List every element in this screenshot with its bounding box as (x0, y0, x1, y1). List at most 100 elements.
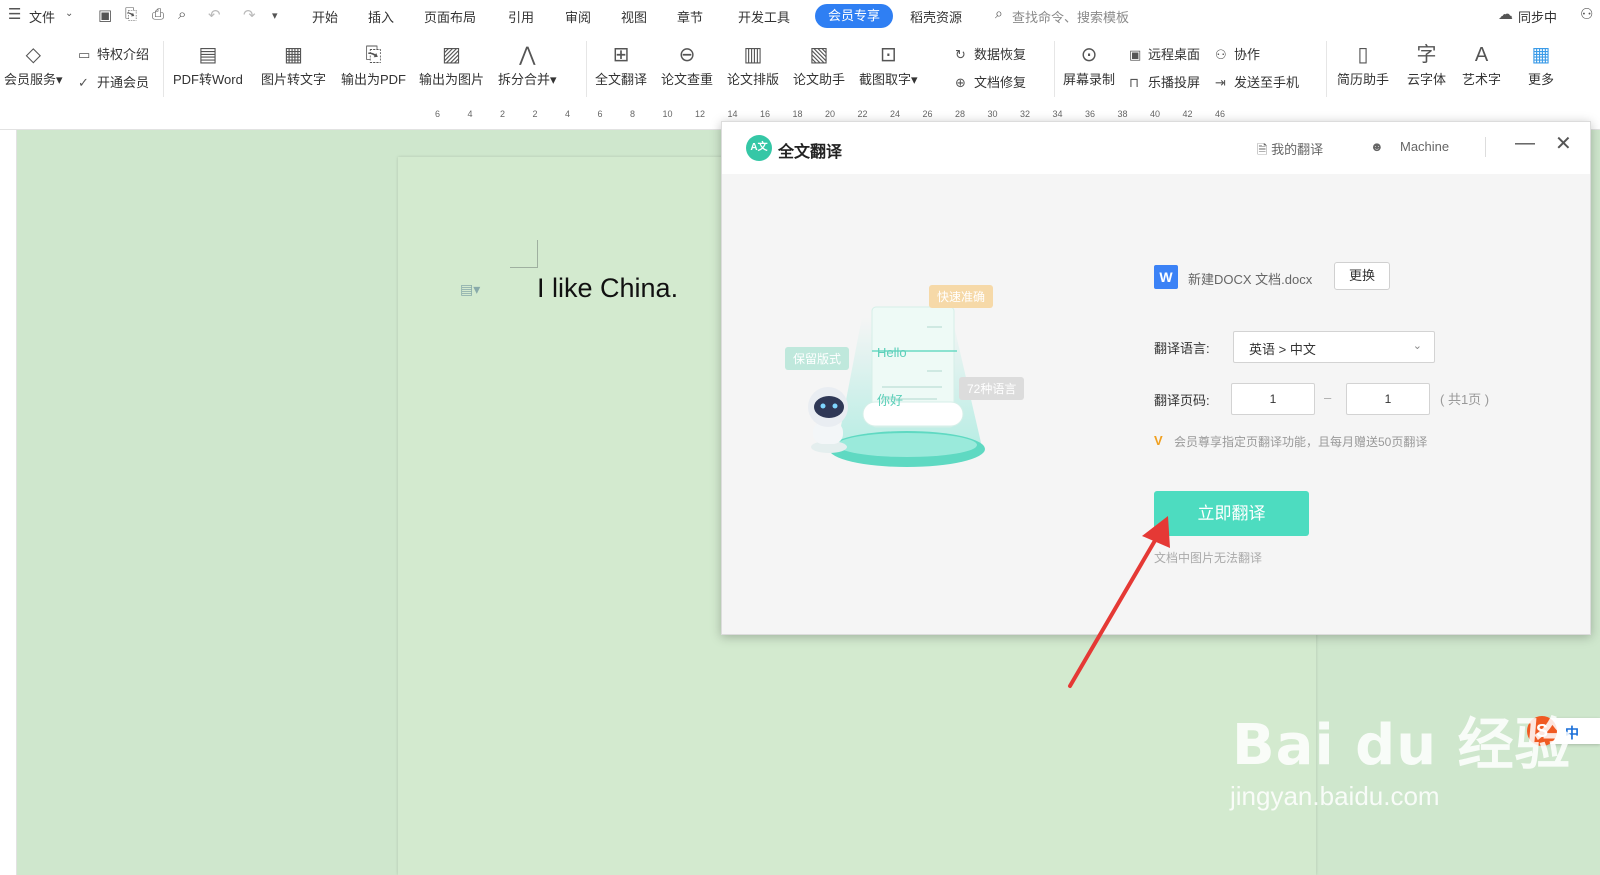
plagiarism-check-label: 论文查重 (661, 72, 714, 87)
tab-view[interactable]: 视图 (621, 7, 647, 26)
screenshot-text-button[interactable]: ⊡ 截图取字▾ (859, 41, 918, 88)
ruler-tick-label: 36 (1085, 109, 1096, 119)
user-avatar[interactable]: ☻ (1370, 139, 1384, 154)
paragraph-layout-icon[interactable]: ▤▾ (460, 281, 480, 298)
screenshot-text-label: 截图取字 (859, 72, 912, 87)
minimize-icon[interactable]: — (1515, 132, 1535, 155)
tab-docer[interactable]: 稻壳资源 (910, 7, 962, 26)
language-select[interactable]: 英语 > 中文 ⌄ (1233, 331, 1435, 363)
watermark-logo: Bai du 经验 (1232, 713, 1572, 778)
tab-start[interactable]: 开始 (312, 7, 338, 26)
chevron-down-icon[interactable]: ⌄ (65, 8, 73, 19)
ruler-tick-label: 6 (435, 109, 441, 119)
resume-assistant-button[interactable]: ▯ 简历助手 (1337, 41, 1389, 88)
ruler-tick-label: 20 (825, 109, 836, 119)
page-from-input[interactable]: 1 (1231, 383, 1315, 415)
vertical-ruler[interactable] (0, 130, 17, 875)
ruler-tick-label: 18 (792, 109, 803, 119)
cloud-font-button[interactable]: 字云字体 (1407, 41, 1446, 88)
change-file-button[interactable]: 更换 (1334, 262, 1390, 290)
cast-button[interactable]: ⊓ 乐播投屏 (1129, 72, 1200, 91)
hamburger-icon[interactable]: ☰ (8, 5, 21, 23)
screenshot-icon: ⊡ (879, 44, 897, 66)
export-image-button[interactable]: ▨ 输出为图片 (419, 41, 484, 88)
data-recovery-button[interactable]: ↻ 数据恢复 (955, 44, 1026, 63)
paper-assistant-button[interactable]: ▧ 论文助手 (793, 41, 845, 88)
print-preview-icon[interactable]: ⌕ (178, 6, 186, 23)
tab-member[interactable]: 会员专享 (815, 4, 893, 28)
vip-note: 会员尊享指定页翻译功能，且每月赠送50页翻译 (1174, 435, 1428, 449)
more-button[interactable]: ▦ 更多 (1528, 41, 1554, 88)
ruler-tick-label: 28 (955, 109, 966, 119)
record-icon: ⊙ (1080, 44, 1098, 66)
cloud-sync-icon[interactable]: ☁ (1498, 5, 1513, 23)
search-icon[interactable]: ⌕ (995, 5, 1003, 22)
save-icon[interactable]: ▣ (98, 6, 112, 24)
user-name[interactable]: Machine (1400, 139, 1449, 154)
output-icon[interactable]: ⎘ (125, 6, 137, 23)
my-translations-link[interactable]: 🗎 我的翻译 (1257, 139, 1323, 163)
tab-developer[interactable]: 开发工具 (738, 7, 790, 26)
image-text-icon: ▦ (284, 44, 303, 66)
search-input[interactable]: 查找命令、搜索模板 (1012, 7, 1129, 26)
document-text[interactable]: I like China. (537, 273, 678, 304)
plagiarism-check-button[interactable]: ⊖ 论文查重 (661, 41, 713, 88)
header-divider (1485, 137, 1486, 157)
menu-file[interactable]: 文件 (29, 7, 55, 26)
tab-insert[interactable]: 插入 (368, 7, 394, 26)
ruler-tick-label: 32 (1020, 109, 1031, 119)
apps-grid-icon: ▦ (1531, 44, 1551, 66)
ribbon: ◇ 会员服务▾ ▭ 特权介绍 ✓ 开通会员 ▤ PDF转Word ▦ 图片转文字 ⎘ 输出… (0, 33, 1600, 104)
collab-button[interactable]: ⚇ 协作 (1215, 44, 1260, 63)
customize-icon[interactable]: ▾ (272, 9, 278, 22)
open-member-label: 开通会员 (97, 75, 150, 90)
ruler-tick-label: 2 (532, 109, 538, 119)
undo-icon[interactable]: ↶ (208, 6, 221, 24)
image-to-text-button[interactable]: ▦ 图片转文字 (261, 41, 326, 88)
translate-illustration: Hello 你好 快速准确 保留版式 72种语言 (777, 277, 1037, 507)
doc-repair-button[interactable]: ⊕ 文档修复 (955, 72, 1026, 91)
screen-record-button[interactable]: ⊙ 屏幕录制 (1063, 41, 1115, 88)
send-phone-button[interactable]: ⇥ 发送至手机 (1215, 72, 1299, 91)
ruler-tick-label: 2 (500, 109, 506, 119)
ruler-tick-label: 24 (890, 109, 901, 119)
ribbon-divider (1326, 41, 1327, 97)
member-service-button[interactable]: ◇ 会员服务▾ (4, 41, 63, 88)
redo-icon[interactable]: ↷ (243, 6, 256, 24)
close-icon[interactable]: ✕ (1555, 131, 1572, 156)
word-art-button[interactable]: A 艺术字 (1462, 41, 1501, 88)
check-icon: ⊖ (678, 44, 696, 66)
full-translate-button[interactable]: ⊞ 全文翻译 (595, 41, 647, 88)
sync-status[interactable]: 同步中 (1518, 7, 1557, 26)
file-name: 新建DOCX 文档.docx (1188, 272, 1313, 287)
translate-icon: ⊞ (612, 44, 630, 66)
watermark-url: jingyan.baidu.com (1230, 781, 1440, 811)
send-icon: ⇥ (1215, 75, 1226, 90)
translate-logo-icon: A文 (746, 135, 772, 161)
full-translate-label: 全文翻译 (595, 72, 648, 87)
dialog-title: 全文翻译 (778, 144, 843, 161)
page-label: 翻译页码: (1154, 393, 1210, 408)
page-to-input[interactable]: 1 (1346, 383, 1430, 415)
privilege-intro-label: 特权介绍 (97, 47, 150, 62)
tag-keep-format: 保留版式 (785, 347, 850, 370)
paper-format-button[interactable]: ▥ 论文排版 (727, 41, 779, 88)
open-member-button[interactable]: ✓ 开通会员 (78, 72, 149, 91)
ribbon-divider (586, 41, 587, 97)
tab-chapter[interactable]: 章节 (677, 7, 703, 26)
remote-desktop-button[interactable]: ▣ 远程桌面 (1129, 44, 1200, 63)
paper-assistant-label: 论文助手 (793, 72, 846, 87)
print-icon[interactable]: ⎙ (152, 6, 164, 23)
pdf-to-word-button[interactable]: ▤ PDF转Word (173, 41, 243, 88)
tab-review[interactable]: 审阅 (565, 7, 591, 26)
export-pdf-button[interactable]: ⎘ 输出为PDF (341, 41, 406, 88)
privilege-intro-button[interactable]: ▭ 特权介绍 (78, 44, 149, 63)
tab-page-layout[interactable]: 页面布局 (424, 7, 476, 26)
split-merge-button[interactable]: ⋀ 拆分合并▾ (498, 41, 557, 88)
share-user-icon[interactable]: ⚇ (1580, 5, 1593, 23)
pdf-to-word-label: PDF转Word (173, 72, 243, 87)
cloud-font-label: 云字体 (1407, 72, 1447, 87)
export-pdf-label: 输出为PDF (341, 72, 407, 87)
split-merge-icon: ⋀ (519, 44, 536, 66)
tab-reference[interactable]: 引用 (508, 7, 534, 26)
